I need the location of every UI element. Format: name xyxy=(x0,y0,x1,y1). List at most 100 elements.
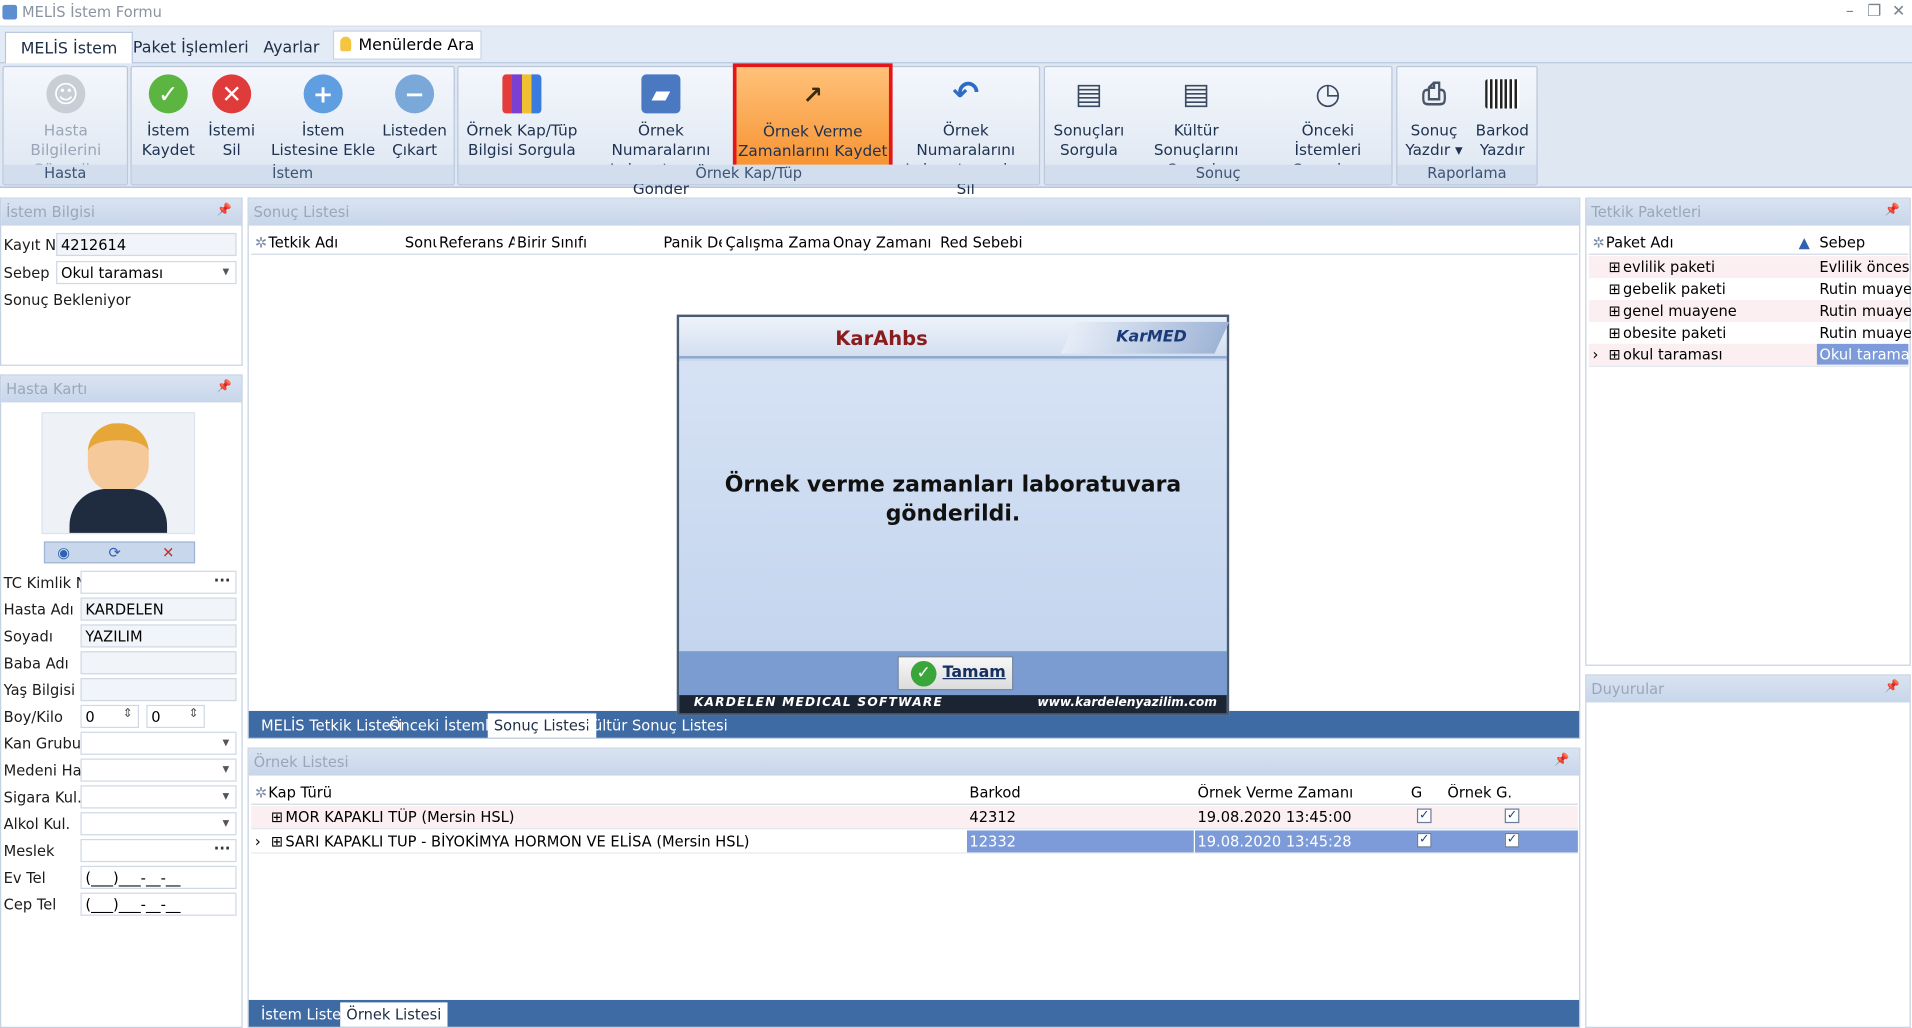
istem-kaydet-button[interactable]: ✓ İstem Kaydet xyxy=(137,70,200,165)
hasta-field-8[interactable] xyxy=(80,785,237,809)
hasta-field-0[interactable] xyxy=(80,570,237,594)
kayit-no-field[interactable]: 4212614 xyxy=(56,232,237,257)
ornek-listesi-panel: Örnek Listesi 📌 ✲ Kap Türü Barkod Örnek V… xyxy=(247,747,1581,1028)
tab-melis-istem[interactable]: MELİS İstem xyxy=(4,31,134,64)
column-header[interactable]: Çalışma Zamanı xyxy=(726,234,831,251)
refresh-icon[interactable]: ⟳ xyxy=(109,544,121,561)
hasta-karti-panel: Hasta Kartı📌 ◉ ⟳ ✕ TC Kimlik NoHasta Adı… xyxy=(0,374,243,1028)
ornek-g-checkbox[interactable]: ✓ xyxy=(1504,808,1520,824)
hasta-field-3[interactable] xyxy=(80,651,237,675)
g-checkbox[interactable]: ✓ xyxy=(1416,808,1432,824)
boy-spinner[interactable]: 0 xyxy=(80,704,140,729)
zaman-kaydet-button[interactable]: ↗ Örnek Verme Zamanlarını Kaydet xyxy=(732,63,893,172)
column-header[interactable]: Kap Türü xyxy=(268,784,332,801)
hasta-field-6[interactable] xyxy=(80,731,237,755)
kilo-spinner[interactable]: 0 xyxy=(146,704,205,729)
hasta-field-4[interactable] xyxy=(80,678,237,702)
onceki-sorgula-button[interactable]: ◷ Önceki İstemleri Sorgula ▾ xyxy=(1267,70,1389,178)
column-header[interactable]: Sonu xyxy=(405,234,437,251)
remove-photo-icon[interactable]: ✕ xyxy=(162,544,174,561)
tab-ayarlar[interactable]: Ayarlar xyxy=(249,32,334,64)
pin-icon[interactable]: 📌 xyxy=(216,380,231,393)
tab-kultur-sonuc-listesi[interactable]: Kültür Sonuç Listesi xyxy=(578,713,734,737)
expand-icon[interactable]: ⊞ xyxy=(1608,324,1620,341)
pin-icon[interactable]: 📌 xyxy=(1554,754,1569,767)
column-header[interactable]: Tetkik Adı xyxy=(268,234,402,251)
ok-button[interactable]: ✓ Tamam xyxy=(897,656,1014,691)
numara-sil-button[interactable]: ↶ Örnek Numaralarını Laboratuvardan Sil xyxy=(895,70,1036,198)
maximize-button[interactable]: ❐ xyxy=(1861,2,1888,20)
column-header[interactable]: Panik De xyxy=(663,234,722,251)
table-row[interactable]: › ⊞ SARI KAPAKLI TUP - BİYOKİMYA HORMON … xyxy=(251,830,1578,854)
sonuc-yazdir-button[interactable]: ⎙ Sonuç Yazdır ▾ xyxy=(1402,70,1465,165)
column-header[interactable]: Sınıfı xyxy=(551,234,661,251)
kultur-sorgula-button[interactable]: ▤ Kültür Sonuçlarını Sorgula xyxy=(1133,70,1260,178)
pin-icon[interactable]: 📌 xyxy=(1885,680,1900,693)
sonuc-sorgula-button[interactable]: ▤ Sonuçları Sorgula xyxy=(1050,70,1128,165)
minimize-button[interactable]: – xyxy=(1836,2,1863,20)
istemi-sil-button[interactable]: ✕ İstemi Sil xyxy=(202,70,261,165)
zaman-cell: 19.08.2020 13:45:00 xyxy=(1197,808,1352,826)
column-header[interactable]: Örnek G. xyxy=(1447,784,1512,801)
column-chooser-icon[interactable]: ✲ xyxy=(255,234,267,251)
column-header[interactable]: Barkod xyxy=(969,784,1020,801)
pin-icon[interactable]: 📌 xyxy=(1885,204,1900,217)
column-header[interactable]: Red Sebebi xyxy=(940,234,1062,251)
list-item[interactable]: ⊞evlilik paketi Evlilik öncesi ta xyxy=(1588,256,1911,280)
expand-icon[interactable]: ⊞ xyxy=(271,833,283,850)
expand-icon[interactable]: ⊞ xyxy=(1608,346,1620,363)
menu-search[interactable]: Menülerde Ara xyxy=(332,30,482,60)
expand-icon[interactable]: ⊞ xyxy=(1608,302,1620,319)
menu-search-label: Menülerde Ara xyxy=(358,36,475,55)
column-header[interactable]: Referans Ar xyxy=(439,234,515,251)
hasta-field-1[interactable]: KARDELEN xyxy=(80,597,237,621)
field-label: Yaş Bilgisi xyxy=(3,681,76,699)
barkod-yazdir-button[interactable]: Barkod Yazdır xyxy=(1471,70,1534,165)
hasta-field-7[interactable] xyxy=(80,758,237,782)
barkod-cell: 12332 xyxy=(966,830,1194,853)
hasta-field-2[interactable]: YAZILIM xyxy=(80,624,237,648)
paket-adi-cell: genel muayene xyxy=(1623,302,1737,320)
column-header[interactable]: G xyxy=(1411,784,1422,801)
column-chooser-icon[interactable]: ✲ xyxy=(255,784,267,801)
column-chooser-icon[interactable]: ✲ xyxy=(1593,234,1605,251)
g-checkbox[interactable]: ✓ xyxy=(1416,832,1432,848)
paket-grid-header: ✲ Paket Adı ▲ Sebep xyxy=(1588,230,1909,255)
list-item[interactable]: ⊞genel muayene Rutin muayen xyxy=(1588,299,1911,324)
hasta-field-12[interactable]: (___)___-__-__ xyxy=(80,892,237,916)
tab-paket-islemleri[interactable]: Paket İşlemleri xyxy=(118,32,263,64)
hasta-field-9[interactable] xyxy=(80,812,237,836)
kap-sorgula-button[interactable]: Örnek Kap/Tüp Bilgisi Sorgula xyxy=(463,70,580,165)
dialog-message: Örnek verme zamanları laboratuvara gönde… xyxy=(724,471,1182,527)
ornek-g-checkbox[interactable]: ✓ xyxy=(1504,832,1520,848)
panel-header: Tetkik Paketleri 📌 xyxy=(1586,198,1910,226)
column-header[interactable]: Örnek Verme Zamanı xyxy=(1197,784,1353,801)
hasta-guncelle-button[interactable]: ☺ Hasta Bilgilerini Güncelle xyxy=(6,70,126,178)
avatar xyxy=(41,412,196,535)
sebep-dropdown[interactable]: Okul taraması xyxy=(56,260,237,285)
message-dialog: KarAhbs KarMED Örnek verme zamanları lab… xyxy=(676,314,1230,716)
checkmark-icon: ✓ xyxy=(148,74,188,114)
column-header[interactable]: Birim xyxy=(517,234,546,251)
column-header[interactable]: Onay Zamanı xyxy=(833,234,938,251)
numara-gonder-button[interactable]: ▰ Örnek Numaralarını Laboratuvara Gönder xyxy=(588,70,734,198)
pin-icon[interactable]: 📌 xyxy=(216,204,231,217)
hasta-field-10[interactable] xyxy=(80,838,237,863)
list-item[interactable]: ⊞gebelik paketi Rutin muayen xyxy=(1588,278,1911,302)
close-button[interactable]: ✕ xyxy=(1885,2,1912,20)
column-header[interactable]: Sebep xyxy=(1819,234,1865,251)
expand-icon[interactable]: ⊞ xyxy=(271,808,283,825)
tab-ornek-listesi[interactable]: Örnek Listesi xyxy=(340,1002,448,1027)
group-label: Raporlama xyxy=(1397,164,1537,185)
expand-icon[interactable]: ⊞ xyxy=(1608,259,1620,276)
table-row[interactable]: ⊞ MOR KAPAKLI TÜP (Mersin HSL) 42312 19.… xyxy=(251,806,1578,830)
column-header[interactable]: Paket Adı xyxy=(1606,234,1674,251)
listeye-ekle-button[interactable]: + İstem Listesine Ekle xyxy=(268,70,378,165)
camera-icon[interactable]: ◉ xyxy=(57,544,70,561)
list-item[interactable]: › ⊞okul taraması Okul taraması xyxy=(1588,343,1909,368)
list-item[interactable]: ⊞obesite paketi Rutin muayen xyxy=(1588,321,1911,346)
hasta-field-11[interactable]: (___)___-__-__ xyxy=(80,865,237,889)
expand-icon[interactable]: ⊞ xyxy=(1608,280,1620,297)
listeden-cikart-button[interactable]: − Listeden Çıkart xyxy=(380,70,448,165)
undo-arrow-icon: ↶ xyxy=(952,75,980,113)
